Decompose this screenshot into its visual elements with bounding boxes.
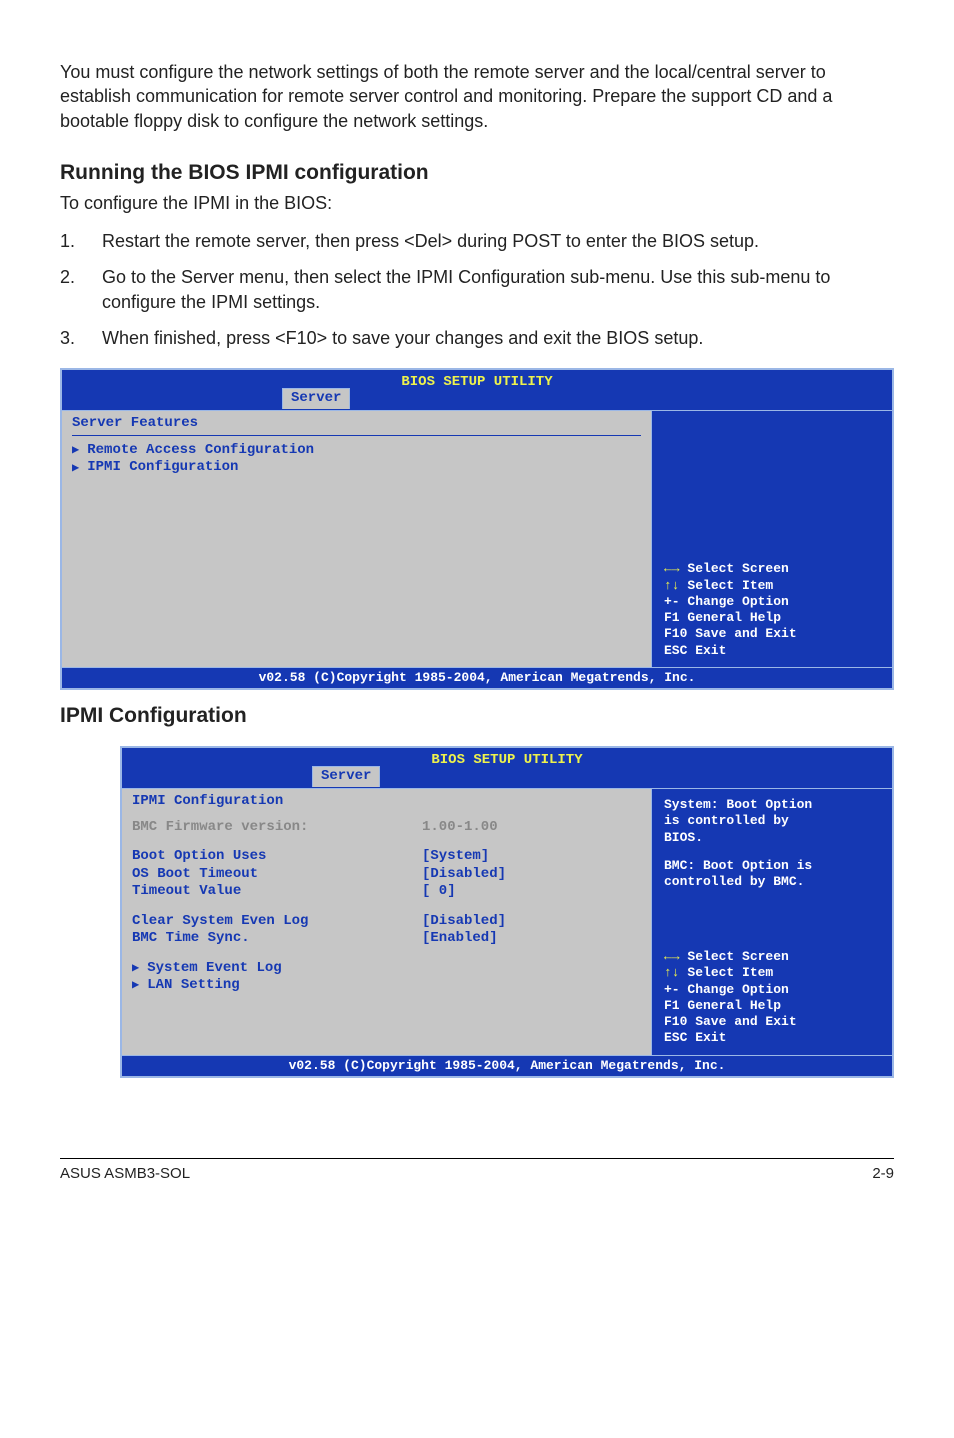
boot-option-row: Boot Option Uses [System] [132,848,641,866]
page-footer: ASUS ASMB3-SOL 2-9 [60,1158,894,1182]
os-boot-timeout-row: OS Boot Timeout [Disabled] [132,866,641,884]
bios-item-system-event-log: ▶ System Event Log [132,960,641,978]
bios-item-label: LAN Setting [147,977,239,995]
bios-copyright-footer: v02.58 (C)Copyright 1985-2004, American … [62,667,892,688]
bmc-time-sync-row: BMC Time Sync. [Enabled] [132,930,641,948]
bios-setup-title: BIOS SETUP UTILITY [62,372,892,392]
field-value: [ 0] [422,883,641,901]
bmc-firmware-label: BMC Firmware version: [132,819,422,837]
bios-item-label: Remote Access Configuration [87,442,314,460]
field-label: BMC Time Sync. [132,930,422,948]
bios-copyright-footer: v02.58 (C)Copyright 1985-2004, American … [122,1055,892,1076]
section-heading-running-bios: Running the BIOS IPMI configuration [60,161,894,185]
step-3: 3. When finished, press <F10> to save yo… [60,326,894,350]
timeout-value-row: Timeout Value [ 0] [132,883,641,901]
bios-item-lan-setting: ▶ LAN Setting [132,977,641,995]
field-label: Timeout Value [132,883,422,901]
field-label: Boot Option Uses [132,848,422,866]
help-text-bmc: BMC: Boot Option is controlled by BMC. [664,858,880,891]
step-text: When finished, press <F10> to save your … [102,326,894,350]
bios-screenshot-server-features: BIOS SETUP UTILITY Server Server Feature… [60,368,894,690]
field-value: [Disabled] [422,866,641,884]
lead-text: To configure the IPMI in the BIOS: [60,191,894,215]
step-number: 3. [60,326,102,350]
field-label: Clear System Even Log [132,913,422,931]
clear-system-log-row: Clear System Even Log [Disabled] [132,913,641,931]
intro-paragraph: You must configure the network settings … [60,60,894,133]
bios-right-panel: System: Boot Option is controlled by BIO… [652,789,892,1055]
triangle-right-icon: ▶ [72,443,79,458]
step-number: 1. [60,229,102,253]
bios-setup-title: BIOS SETUP UTILITY [122,750,892,770]
step-1: 1. Restart the remote server, then press… [60,229,894,253]
bios-nav-help: Select Screen Select Item +- Change Opti… [664,949,880,1047]
triangle-right-icon: ▶ [132,978,139,993]
step-2: 2. Go to the Server menu, then select th… [60,265,894,314]
bios-tab-server: Server [312,766,380,787]
bios-item-ipmi-config: ▶ IPMI Configuration [72,459,641,477]
bios-title-bar: BIOS SETUP UTILITY Server [122,748,892,788]
field-value: [System] [422,848,641,866]
bios-left-panel: Server Features ▶ Remote Access Configur… [62,411,652,667]
bios-item-remote-access: ▶ Remote Access Configuration [72,442,641,460]
step-list: 1. Restart the remote server, then press… [60,229,894,350]
bios-item-label: IPMI Configuration [87,459,238,477]
bios-right-panel: Select Screen Select Item +- Change Opti… [652,411,892,667]
help-text-system: System: Boot Option is controlled by BIO… [664,797,880,846]
bmc-firmware-row: BMC Firmware version: 1.00-1.00 [132,819,641,837]
bmc-firmware-value: 1.00-1.00 [422,819,641,837]
bios-screenshot-ipmi-config: BIOS SETUP UTILITY Server IPMI Configura… [120,746,894,1078]
step-text: Go to the Server menu, then select the I… [102,265,894,314]
field-value: [Enabled] [422,930,641,948]
step-number: 2. [60,265,102,314]
footer-page-number: 2-9 [872,1165,894,1182]
footer-product: ASUS ASMB3-SOL [60,1165,190,1182]
bios-nav-help: Select Screen Select Item +- Change Opti… [664,561,880,659]
step-text: Restart the remote server, then press <D… [102,229,894,253]
field-value: [Disabled] [422,913,641,931]
bios-title-bar: BIOS SETUP UTILITY Server [62,370,892,410]
triangle-right-icon: ▶ [72,461,79,476]
triangle-right-icon: ▶ [132,961,139,976]
bios-left-panel: IPMI Configuration BMC Firmware version:… [122,789,652,1055]
bios-panel-title: IPMI Configuration [132,793,641,813]
field-label: OS Boot Timeout [132,866,422,884]
section-heading-ipmi-config: IPMI Configuration [60,704,894,728]
bios-panel-title: Server Features [72,415,641,436]
bios-tab-server: Server [282,388,350,409]
bios-item-label: System Event Log [147,960,281,978]
